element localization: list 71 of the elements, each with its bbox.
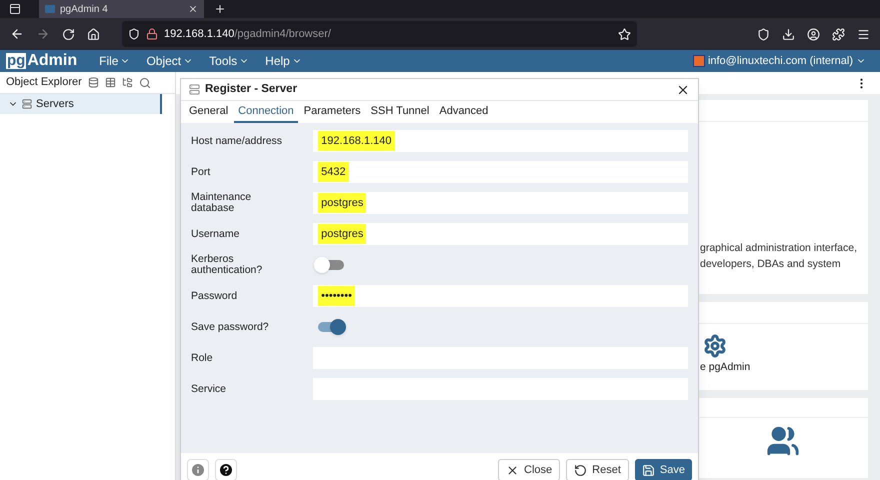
table-icon[interactable] xyxy=(104,77,116,88)
server-icon xyxy=(189,84,200,95)
dialog-tab[interactable]: SSH Tunnel xyxy=(366,102,434,123)
close-button[interactable]: Close xyxy=(498,459,560,480)
tab-title: pgAdmin 4 xyxy=(60,2,108,16)
field-label: Kerberos authentication? xyxy=(191,254,264,276)
field-label: Username xyxy=(191,228,240,240)
help-icon[interactable] xyxy=(215,459,237,480)
address-bar[interactable]: 192.168.1.140/pgadmin4/browser/ xyxy=(122,21,637,47)
welcome-text: developers, DBAs and system xyxy=(700,257,842,272)
toggle-switch[interactable] xyxy=(314,257,346,273)
reset-button[interactable]: Reset xyxy=(566,459,629,480)
menu-item[interactable]: File xyxy=(99,52,130,70)
save-button[interactable]: Save xyxy=(634,459,692,480)
input-field[interactable]: postgres xyxy=(313,223,688,245)
extensions-icon[interactable] xyxy=(832,28,845,40)
dialog-title: Register - Server xyxy=(205,82,298,97)
field-label: Service xyxy=(191,384,228,394)
close-icon xyxy=(188,4,198,14)
field-value: postgres xyxy=(318,192,366,214)
dialog-tab[interactable]: General xyxy=(185,102,232,123)
search-icon[interactable] xyxy=(138,76,151,88)
menu-icon[interactable] xyxy=(857,28,870,40)
tab-list-icon xyxy=(9,3,21,15)
field-value: 192.168.1.140 xyxy=(318,130,395,152)
menu-item[interactable]: Help xyxy=(265,52,302,70)
menu-item[interactable]: Object xyxy=(146,52,194,70)
field-label: Role xyxy=(191,352,214,364)
account-icon[interactable] xyxy=(807,28,820,40)
user-avatar-icon xyxy=(692,55,705,67)
field-label: Save password? xyxy=(191,322,270,332)
reset-icon xyxy=(574,464,588,476)
people-icon xyxy=(766,424,800,458)
close-icon xyxy=(506,464,520,476)
save-icon xyxy=(642,464,655,476)
favicon-icon xyxy=(45,5,55,13)
info-icon[interactable] xyxy=(187,459,209,480)
forward-icon[interactable] xyxy=(36,27,50,41)
field-label: Maintenance database xyxy=(191,192,252,214)
field-value: postgres xyxy=(318,224,366,244)
dialog-tab[interactable]: Parameters xyxy=(300,102,365,123)
user-menu[interactable]: info@linuxtechi.com (internal) xyxy=(708,52,866,70)
browser-tab[interactable]: pgAdmin 4 xyxy=(39,0,204,18)
field-label: Port xyxy=(191,166,212,178)
input-field[interactable]: postgres xyxy=(313,192,688,214)
logo-box: pg xyxy=(6,53,26,69)
tree-item[interactable]: Servers xyxy=(0,94,162,114)
url-text: 192.168.1.140/pgadmin4/browser/ xyxy=(164,26,331,42)
reload-icon[interactable] xyxy=(62,28,75,40)
bookmark-star-icon[interactable] xyxy=(618,28,631,40)
back-icon[interactable] xyxy=(10,27,24,41)
field-value: 5432 xyxy=(318,162,349,182)
field-value: •••••••• xyxy=(318,286,355,306)
input-field[interactable]: 5432 xyxy=(313,161,688,183)
field-label: Host name/address xyxy=(191,136,284,146)
menu-item[interactable]: Tools xyxy=(209,52,250,70)
shield-icon xyxy=(128,28,140,40)
logo-text: Admin xyxy=(27,53,78,69)
configure-link[interactable]: e pgAdmin xyxy=(700,360,750,376)
input-field[interactable]: •••••••• xyxy=(313,285,688,307)
home-icon[interactable] xyxy=(87,28,100,40)
new-tab-icon[interactable] xyxy=(214,3,226,15)
download-icon[interactable] xyxy=(782,28,795,40)
field-label: Password xyxy=(191,290,238,302)
panel-title: Object Explorer xyxy=(6,75,82,90)
dialog-tab[interactable]: Advanced xyxy=(435,102,492,123)
lock-icon xyxy=(146,28,158,40)
gear-icon xyxy=(703,334,727,358)
welcome-text: graphical administration interface, xyxy=(700,241,858,256)
input-field[interactable]: 192.168.1.140 xyxy=(313,130,688,152)
server-icon xyxy=(22,99,32,109)
